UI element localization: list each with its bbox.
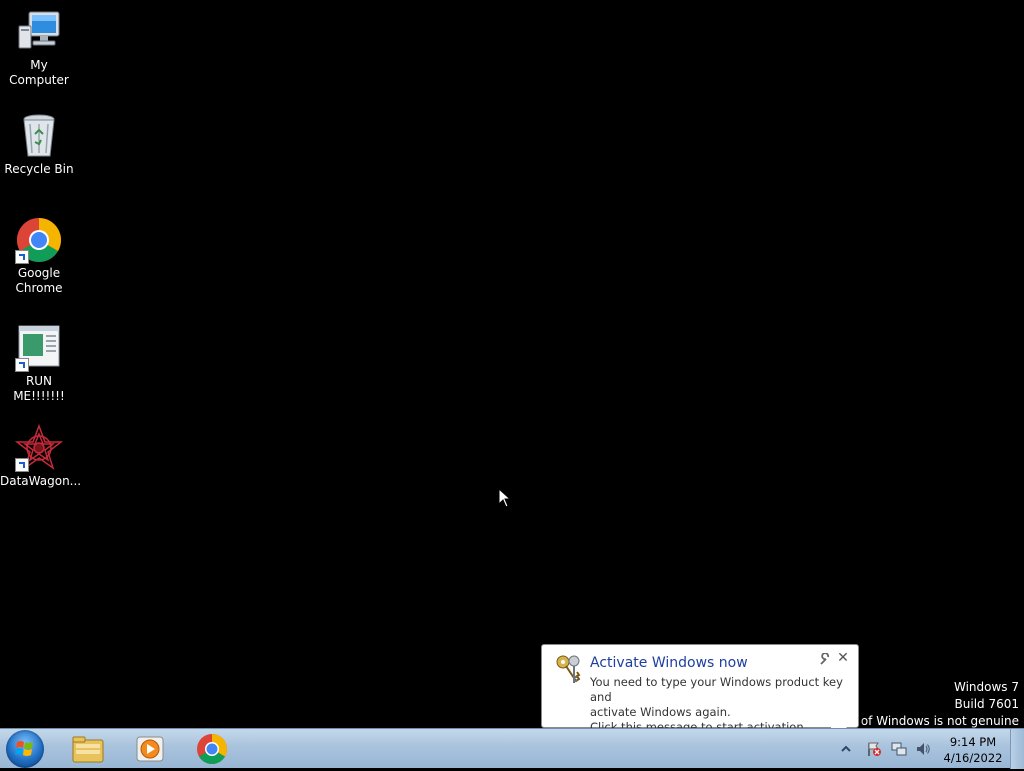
- show-hidden-icons-icon[interactable]: [838, 741, 854, 757]
- computer-icon: [15, 8, 63, 56]
- balloon-message-line: You need to type your Windows product ke…: [590, 675, 843, 704]
- desktop-icon-label: My Computer: [9, 58, 69, 87]
- network-icon[interactable]: [891, 741, 907, 757]
- clock-time: 9:14 PM: [949, 735, 997, 749]
- desktop-icon-google-chrome[interactable]: Google Chrome: [0, 216, 78, 296]
- taskbar-windows-media-player[interactable]: [128, 731, 172, 767]
- folder-icon: [72, 736, 104, 763]
- chrome-icon: [15, 216, 63, 264]
- activation-notification-balloon[interactable]: Activate Windows now You need to type yo…: [541, 644, 859, 745]
- desktop-icon-label: Google Chrome: [15, 266, 63, 295]
- watermark-build: Build 7601: [954, 697, 1019, 711]
- desktop[interactable]: My Computer Recycle Bin Google Chrome RU…: [0, 0, 1024, 745]
- desktop-icon-my-computer[interactable]: My Computer: [0, 8, 78, 88]
- keys-icon: [554, 653, 586, 685]
- media-player-icon: [136, 736, 164, 762]
- wrench-options-icon[interactable]: [818, 652, 832, 667]
- document-window-icon: [15, 324, 63, 372]
- shortcut-arrow-icon: [15, 250, 29, 264]
- watermark-os-name: Windows 7: [953, 680, 1019, 694]
- volume-icon[interactable]: [915, 741, 931, 757]
- recycle-bin-icon: [15, 112, 63, 160]
- windows-logo-icon: [15, 741, 33, 756]
- desktop-icon-run-me[interactable]: RUN ME!!!!!!!: [0, 324, 78, 404]
- desktop-icon-recycle-bin[interactable]: Recycle Bin: [0, 112, 78, 177]
- desktop-icon-label: DataWagon...: [0, 474, 82, 488]
- clock-date: 4/16/2022: [943, 751, 1003, 765]
- windows-watermark: Windows 7 Build 7601 py of Windows is no…: [842, 679, 1019, 730]
- system-clock[interactable]: 9:14 PM 4/16/2022: [940, 734, 1006, 766]
- chrome-icon: [197, 734, 228, 765]
- shortcut-arrow-icon: [15, 358, 29, 372]
- close-icon[interactable]: ✕: [836, 651, 850, 665]
- desktop-icon-label: RUN ME!!!!!!!: [13, 374, 65, 403]
- mouse-pointer-icon: [498, 487, 512, 511]
- taskbar-windows-explorer[interactable]: [66, 731, 110, 767]
- balloon-title: Activate Windows now: [590, 655, 748, 671]
- shortcut-arrow-icon: [15, 458, 29, 472]
- start-button[interactable]: [6, 730, 44, 768]
- balloon-message-line: activate Windows again.: [590, 705, 731, 719]
- action-center-flag-icon[interactable]: [866, 741, 882, 757]
- taskbar: 9:14 PM 4/16/2022: [0, 728, 1024, 769]
- desktop-icon-datawagon[interactable]: DataWagon...: [0, 423, 82, 489]
- desktop-icon-label: Recycle Bin: [4, 162, 74, 176]
- balloon-message: You need to type your Windows product ke…: [590, 675, 855, 735]
- datawagon-logo-icon: [14, 423, 64, 472]
- taskbar-google-chrome[interactable]: [190, 731, 234, 767]
- show-desktop-button[interactable]: [1010, 729, 1024, 769]
